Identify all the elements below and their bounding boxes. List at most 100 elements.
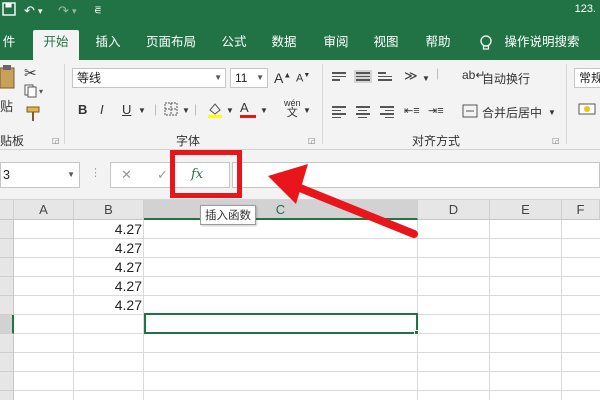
column-header-a[interactable]: A <box>14 200 74 220</box>
column-header-b[interactable]: B <box>74 200 144 220</box>
fill-handle[interactable] <box>414 330 419 335</box>
align-right-icon[interactable] <box>380 104 394 120</box>
customize-toolbar-icon[interactable]: ⋷ <box>94 2 102 20</box>
chevron-down-icon: ▼ <box>256 73 264 82</box>
select-all-corner[interactable] <box>0 200 14 220</box>
tab-data[interactable]: 数据 <box>264 30 304 60</box>
chevron-down-icon[interactable]: ▼ <box>303 106 311 115</box>
align-center-icon[interactable] <box>356 104 370 120</box>
align-top-icon[interactable] <box>332 70 346 83</box>
lightbulb-icon[interactable] <box>476 30 496 60</box>
paste-icon[interactable] <box>0 64 16 93</box>
paste-label[interactable]: 贴 <box>0 96 13 115</box>
row-header[interactable] <box>0 239 14 258</box>
bold-button[interactable]: B <box>78 102 87 117</box>
copy-icon[interactable]: ▾ <box>24 84 46 101</box>
chevron-down-icon[interactable]: ▼ <box>138 106 146 115</box>
row-header[interactable] <box>0 334 14 353</box>
row-header[interactable] <box>0 220 14 239</box>
save-icon[interactable] <box>2 2 16 20</box>
column-header-e[interactable]: E <box>490 200 562 220</box>
row-header[interactable] <box>0 296 14 315</box>
italic-button[interactable]: I <box>100 102 104 117</box>
cell-b-value[interactable]: 4.27 <box>74 239 142 258</box>
row-header-selected[interactable] <box>0 315 14 334</box>
resize-handle-icon[interactable]: ⋮ <box>90 166 101 179</box>
undo-dropdown-icon[interactable]: ▾ <box>38 2 43 20</box>
row-header[interactable] <box>0 372 14 391</box>
row-header[interactable] <box>0 277 14 296</box>
ribbon: 贴 ✂ ▾ 贴板 ◲ 等线 ▼ 11 ▼ A▲ A▼ B I U ▼ | ▼ |… <box>0 60 600 150</box>
font-name-select[interactable]: 等线 ▼ <box>72 68 226 88</box>
gridline <box>561 220 562 400</box>
gridline <box>489 220 490 400</box>
cell-b-value[interactable]: 4.27 <box>74 220 142 239</box>
font-size-value: 11 <box>235 71 248 85</box>
row-header[interactable] <box>0 353 14 372</box>
font-color-icon[interactable]: A <box>240 100 256 118</box>
number-format-select[interactable]: 常规 <box>574 68 600 88</box>
tab-view[interactable]: 视图 <box>366 30 406 60</box>
column-header-f[interactable]: F <box>562 200 600 220</box>
decrease-indent-icon[interactable]: ⇤≡ <box>404 104 420 117</box>
undo-icon[interactable]: ↶ <box>24 2 35 20</box>
tell-me-search[interactable]: 操作说明搜索 <box>500 30 584 60</box>
active-cell[interactable] <box>144 313 418 334</box>
font-launcher-icon[interactable]: ◲ <box>308 136 316 145</box>
chevron-down-icon[interactable]: ▼ <box>422 74 430 83</box>
format-painter-icon[interactable] <box>26 106 40 125</box>
gridline <box>14 371 600 372</box>
tab-page-layout[interactable]: 页面布局 <box>140 30 202 60</box>
tab-formulas[interactable]: 公式 <box>214 30 254 60</box>
gridline <box>14 390 600 391</box>
chevron-down-icon[interactable]: ▼ <box>67 163 75 187</box>
gridline <box>417 220 418 400</box>
phonetic-guide-icon[interactable]: wén 文 <box>284 98 301 119</box>
name-box[interactable]: 3 ▼ <box>0 162 80 188</box>
column-header-d[interactable]: D <box>418 200 490 220</box>
chevron-down-icon[interactable]: ▼ <box>548 108 556 117</box>
align-left-icon[interactable] <box>332 104 346 120</box>
alignment-launcher-icon[interactable]: ◲ <box>552 136 560 145</box>
underline-button[interactable]: U <box>122 102 131 117</box>
enter-icon[interactable]: ✓ <box>157 167 168 183</box>
row-header[interactable] <box>0 258 14 277</box>
cell-b-value[interactable]: 4.27 <box>74 296 142 315</box>
cancel-icon[interactable]: ✕ <box>121 167 132 183</box>
cell-b-value[interactable]: 4.27 <box>74 258 142 277</box>
tab-file[interactable]: 件 <box>0 30 18 60</box>
clipboard-group-label: 贴板 <box>0 134 25 148</box>
title-bar: ↶ ▾ ↷ ▾ ⋷ 123. <box>0 0 600 22</box>
cell-b-value[interactable]: 4.27 <box>74 277 142 296</box>
border-icon[interactable] <box>164 102 178 119</box>
fill-color-icon[interactable] <box>206 100 224 121</box>
align-bottom-icon[interactable] <box>378 70 392 83</box>
chevron-down-icon[interactable]: ▼ <box>260 106 268 115</box>
redo-icon[interactable]: ↷ <box>58 2 69 20</box>
increase-indent-icon[interactable]: ⇥≡ <box>428 104 444 117</box>
tab-help[interactable]: 帮助 <box>418 30 458 60</box>
orientation-icon[interactable]: ≫ <box>404 68 418 84</box>
chevron-down-icon[interactable]: ▼ <box>182 106 190 115</box>
wrap-text-button[interactable]: 自动换行 <box>482 70 530 87</box>
chevron-down-icon[interactable]: ▼ <box>226 106 234 115</box>
accounting-format-icon[interactable] <box>578 102 596 119</box>
group-divider <box>566 64 567 144</box>
cut-icon[interactable]: ✂ <box>24 64 37 82</box>
tab-home[interactable]: 开始 <box>33 30 79 60</box>
tab-insert[interactable]: 插入 <box>88 30 128 60</box>
svg-text:▾: ▾ <box>39 87 43 96</box>
tab-review[interactable]: 审阅 <box>316 30 356 60</box>
merge-center-button[interactable]: 合并后居中 <box>482 104 542 121</box>
clipboard-launcher-icon[interactable]: ◲ <box>52 136 60 145</box>
vertical-divider: | <box>194 102 198 116</box>
ribbon-tabs: 件 开始 插入 页面布局 公式 数据 审阅 视图 帮助 操作说明搜索 <box>0 22 600 60</box>
merge-center-icon[interactable] <box>462 104 478 121</box>
shrink-font-icon[interactable]: A▼ <box>296 72 310 85</box>
align-middle-icon[interactable] <box>354 70 372 83</box>
font-size-select[interactable]: 11 ▼ <box>230 68 268 88</box>
row-header[interactable] <box>0 391 14 400</box>
grow-font-icon[interactable]: A▲ <box>274 70 291 86</box>
redo-dropdown-icon[interactable]: ▾ <box>72 2 77 20</box>
grow-font-glyph: A <box>274 70 284 86</box>
